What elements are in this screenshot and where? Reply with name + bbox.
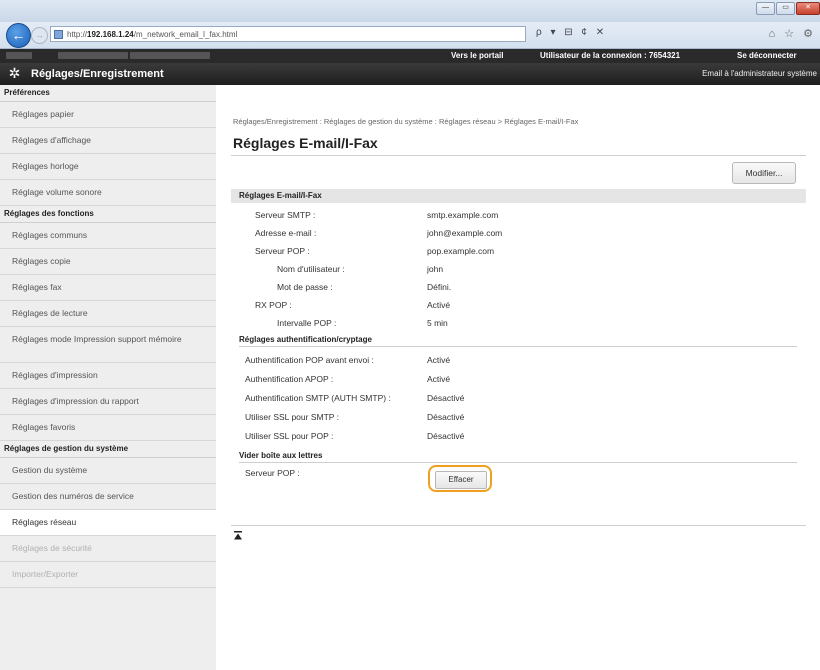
sidebar-item-clock[interactable]: Réglages horloge [0,154,216,180]
redacted-text [130,52,210,59]
back-to-top-icon[interactable] [234,531,242,540]
clear-pop-label: Serveur POP : [245,468,300,478]
sidebar-section-preferences: Préférences [0,85,216,102]
portal-link[interactable]: Vers le portail [451,51,503,60]
setting-value: 5 min [427,318,448,328]
setting-value: john@example.com [427,228,503,238]
sidebar-item-report-print[interactable]: Réglages d'impression du rapport [0,389,216,415]
url-path: /m_network_email_l_fax.html [133,30,238,39]
app-title: Réglages/Enregistrement [31,68,164,80]
redacted-text [6,52,32,59]
sidebar-item-service-numbers[interactable]: Gestion des numéros de service [0,484,216,510]
top-strip: Vers le portail Utilisateur de la connex… [0,49,820,63]
setting-label: Utiliser SSL pour POP : [245,431,334,441]
browser-toolbar-icons[interactable]: ⌂ ☆ ⚙ [769,27,816,40]
sidebar-item-memory-print[interactable]: Réglages mode Impression support mémoire [0,327,216,363]
main-content: Réglages/Enregistrement : Réglages de ge… [216,85,820,670]
setting-label: Authentification SMTP (AUTH SMTP) : [245,393,391,403]
logout-link[interactable]: Se déconnecter [737,51,797,60]
clear-button[interactable]: Effacer [435,471,487,489]
setting-label: Mot de passe : [277,282,333,292]
sidebar-item-paper[interactable]: Réglages papier [0,102,216,128]
browser-navbar: ← → http://192.168.1.24/m_network_email_… [0,22,820,49]
address-bar[interactable]: http://192.168.1.24/m_network_email_l_fa… [50,26,526,42]
settings-gear-icon: ✲ [8,65,21,81]
sidebar-item-import-export[interactable]: Importer/Exporter [0,562,216,588]
sidebar-item-scan[interactable]: Réglages de lecture [0,301,216,327]
forward-arrow-icon[interactable]: → [31,27,48,44]
highlight-ring: Effacer [428,465,492,492]
sidebar-item-volume[interactable]: Réglage volume sonore [0,180,216,206]
app-header: ✲ Réglages/Enregistrement Email à l'admi… [0,63,820,85]
setting-value: Défini. [427,282,452,292]
setting-value: pop.example.com [427,246,495,256]
auth-section-title: Réglages authentification/cryptage [239,335,372,344]
close-window-button[interactable]: ✕ [796,2,820,15]
sidebar-item-security[interactable]: Réglages de sécurité [0,536,216,562]
setting-label: Adresse e-mail : [255,228,317,238]
sidebar-item-copy[interactable]: Réglages copie [0,249,216,275]
setting-label: Serveur SMTP : [255,210,316,220]
breadcrumb: Réglages/Enregistrement : Réglages de ge… [233,117,579,126]
sidebar-item-system-management[interactable]: Gestion du système [0,458,216,484]
sidebar-item-fax[interactable]: Réglages fax [0,275,216,301]
setting-value: Activé [427,374,451,384]
setting-value: Activé [427,355,451,365]
page-title: Réglages E-mail/I-Fax [233,135,378,151]
url-prefix: http:// [67,30,88,39]
back-arrow-icon[interactable]: ← [6,23,31,48]
setting-value: Désactivé [427,412,465,422]
settings-panel: Réglages E-mail/I-Fax Serveur SMTP : smt… [231,189,806,525]
sidebar-item-common[interactable]: Réglages communs [0,223,216,249]
sidebar: Préférences Réglages papier Réglages d'a… [0,85,217,670]
setting-value: smtp.example.com [427,210,499,220]
window-controls: — ▭ ✕ [756,2,820,15]
address-controls[interactable]: ρ ▾ ⊟ ¢ ✕ [536,27,607,38]
minimize-button[interactable]: — [756,2,775,15]
sidebar-item-network[interactable]: Réglages réseau [0,510,216,536]
sidebar-item-favorites[interactable]: Réglages favoris [0,415,216,441]
setting-label: Serveur POP : [255,246,310,256]
setting-label: RX POP : [255,300,292,310]
browser-titlebar: — ▭ ✕ [0,0,820,22]
setting-label: Utiliser SSL pour SMTP : [245,412,340,422]
setting-label: Authentification POP avant envoi : [245,355,374,365]
divider [239,346,797,347]
sidebar-section-functions: Réglages des fonctions [0,206,216,223]
sidebar-section-system: Réglages de gestion du système [0,441,216,458]
divider [239,462,797,463]
sidebar-item-print[interactable]: Réglages d'impression [0,363,216,389]
modify-button[interactable]: Modifier... [732,162,796,184]
admin-mail-link[interactable]: Email à l'administrateur système [702,69,817,78]
clear-mailbox-title: Vider boîte aux lettres [239,451,323,460]
divider [231,525,806,526]
redacted-text [58,52,128,59]
setting-label: Intervalle POP : [277,318,337,328]
setting-label: Nom d'utilisateur : [277,264,345,274]
setting-value: Activé [427,300,451,310]
setting-label: Authentification APOP : [245,374,334,384]
setting-value: Désactivé [427,431,465,441]
url-host: 192.168.1.24 [87,30,134,39]
divider [231,155,806,156]
page-icon [54,30,63,39]
sidebar-item-display[interactable]: Réglages d'affichage [0,128,216,154]
setting-value: john [427,264,444,274]
login-user-label: Utilisateur de la connexion : 7654321 [540,51,681,60]
setting-value: Désactivé [427,393,465,403]
panel-title: Réglages E-mail/I-Fax [231,189,806,203]
maximize-button[interactable]: ▭ [776,2,795,15]
